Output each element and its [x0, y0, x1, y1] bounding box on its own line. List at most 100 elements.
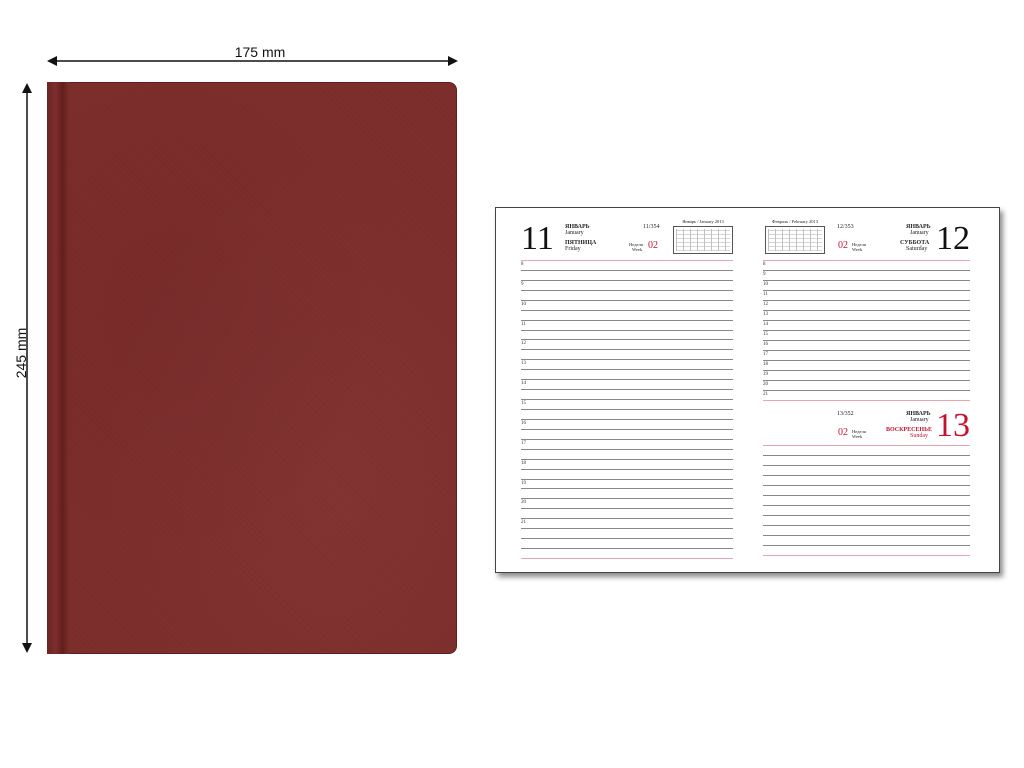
hour-label: 11 [763, 292, 768, 297]
ruled-line [521, 548, 733, 550]
ruled-line [763, 455, 970, 456]
hour-label: 16 [521, 420, 526, 426]
weekday-en: Saturday [906, 246, 928, 252]
height-dimension-label: 245 mm [13, 327, 29, 379]
ruled-line [521, 379, 733, 381]
sunday-week-number: 02 [838, 427, 848, 438]
week-label-en: Week [852, 247, 863, 252]
ruled-line [521, 409, 733, 410]
right-page: Февраль / February 2013 12/353 02 Неделя… [748, 208, 999, 572]
day-of-year: 12/353 [837, 224, 854, 230]
hour-label: 14 [521, 381, 526, 387]
width-dimension-label: 175 mm [234, 44, 286, 60]
sunday-weekday-en: Sunday [910, 433, 928, 439]
month-en: January [910, 230, 929, 236]
hour-label: 17 [521, 440, 526, 446]
ruled-line [763, 555, 970, 556]
week-number: 02 [648, 240, 658, 251]
sunday-day-number: 13 [936, 407, 970, 444]
hour-label: 11 [521, 321, 526, 327]
ruled-line [763, 290, 970, 291]
ruled-line [763, 380, 970, 381]
ruled-line [763, 505, 970, 506]
hour-label: 17 [763, 352, 768, 357]
day-number: 12 [936, 220, 970, 257]
ruled-line [763, 400, 970, 401]
hour-label: 8 [521, 262, 524, 267]
hour-label: 21 [521, 520, 526, 526]
ruled-line [763, 445, 970, 446]
ruled-line [763, 475, 970, 476]
ruled-line [521, 498, 733, 500]
ruled-line [763, 545, 970, 546]
ruled-line [763, 485, 970, 486]
ruled-line [763, 390, 970, 391]
ruled-line [763, 310, 970, 311]
ruled-line [521, 260, 733, 261]
mini-calendar-title: Январь / January 2013 [682, 219, 724, 224]
hour-label: 15 [521, 401, 526, 407]
ruled-line [763, 260, 970, 261]
ruled-line [763, 525, 970, 526]
hour-label: 20 [763, 382, 768, 387]
ruled-line [521, 418, 733, 420]
ruled-line [521, 478, 733, 480]
ruled-line [521, 329, 733, 331]
sunday-week-label-en: Week [852, 434, 863, 439]
hour-label: 10 [763, 282, 768, 287]
hour-label: 19 [521, 480, 526, 486]
ruled-line [763, 270, 970, 271]
hour-label: 21 [763, 392, 768, 397]
ruled-line [521, 359, 733, 361]
ruled-line [521, 488, 733, 490]
diary-cover [47, 82, 457, 654]
hour-label: 8 [763, 262, 766, 267]
hour-label: 19 [763, 372, 768, 377]
cover-spine [47, 82, 69, 654]
ruled-line [521, 289, 733, 291]
ruled-line [521, 508, 733, 510]
ruled-line [763, 515, 970, 516]
right-ruled-lines-bottom [763, 445, 970, 556]
ruled-line [521, 428, 733, 430]
ruled-line [521, 319, 733, 321]
open-diary-spread: 11 ЯНВАРЬ January ПЯТНИЦА Friday 11/354 … [495, 207, 1000, 573]
ruled-line [763, 300, 970, 301]
left-ruled-lines: 8 9 10 11 12 13 14 15 16 17 18 19 20 21 [521, 260, 733, 559]
ruled-line [521, 538, 733, 540]
day-number: 11 [521, 220, 554, 257]
hour-label: 12 [521, 341, 526, 347]
weekday-en: Friday [565, 246, 581, 252]
ruled-line [763, 320, 970, 321]
mini-calendar: Февраль / February 2013 [765, 219, 825, 254]
mini-calendar: Январь / January 2013 [673, 219, 733, 254]
ruled-line [763, 495, 970, 496]
sunday-day-of-year: 13/352 [837, 411, 854, 417]
hour-label: 13 [763, 312, 768, 317]
ruled-line [521, 309, 733, 311]
week-label-en: Week [632, 247, 643, 252]
ruled-line [521, 369, 733, 371]
ruled-line [521, 518, 733, 520]
ruled-line [521, 558, 733, 559]
ruled-line [521, 339, 733, 341]
hour-label: 9 [521, 281, 524, 287]
ruled-line [763, 340, 970, 341]
ruled-line [521, 389, 733, 391]
hour-label: 15 [763, 332, 768, 337]
ruled-line [763, 350, 970, 351]
hour-label: 12 [763, 302, 768, 307]
day-of-year: 11/354 [643, 224, 660, 230]
hour-label: 16 [763, 342, 768, 347]
ruled-line [763, 370, 970, 371]
ruled-line [521, 468, 733, 470]
ruled-line [763, 330, 970, 331]
ruled-line [763, 280, 970, 281]
ruled-line [763, 465, 970, 466]
ruled-line [521, 438, 733, 440]
ruled-line [521, 279, 733, 281]
month-en: January [565, 230, 584, 236]
ruled-line [521, 399, 733, 401]
week-number: 02 [838, 240, 848, 251]
ruled-line [521, 269, 733, 271]
